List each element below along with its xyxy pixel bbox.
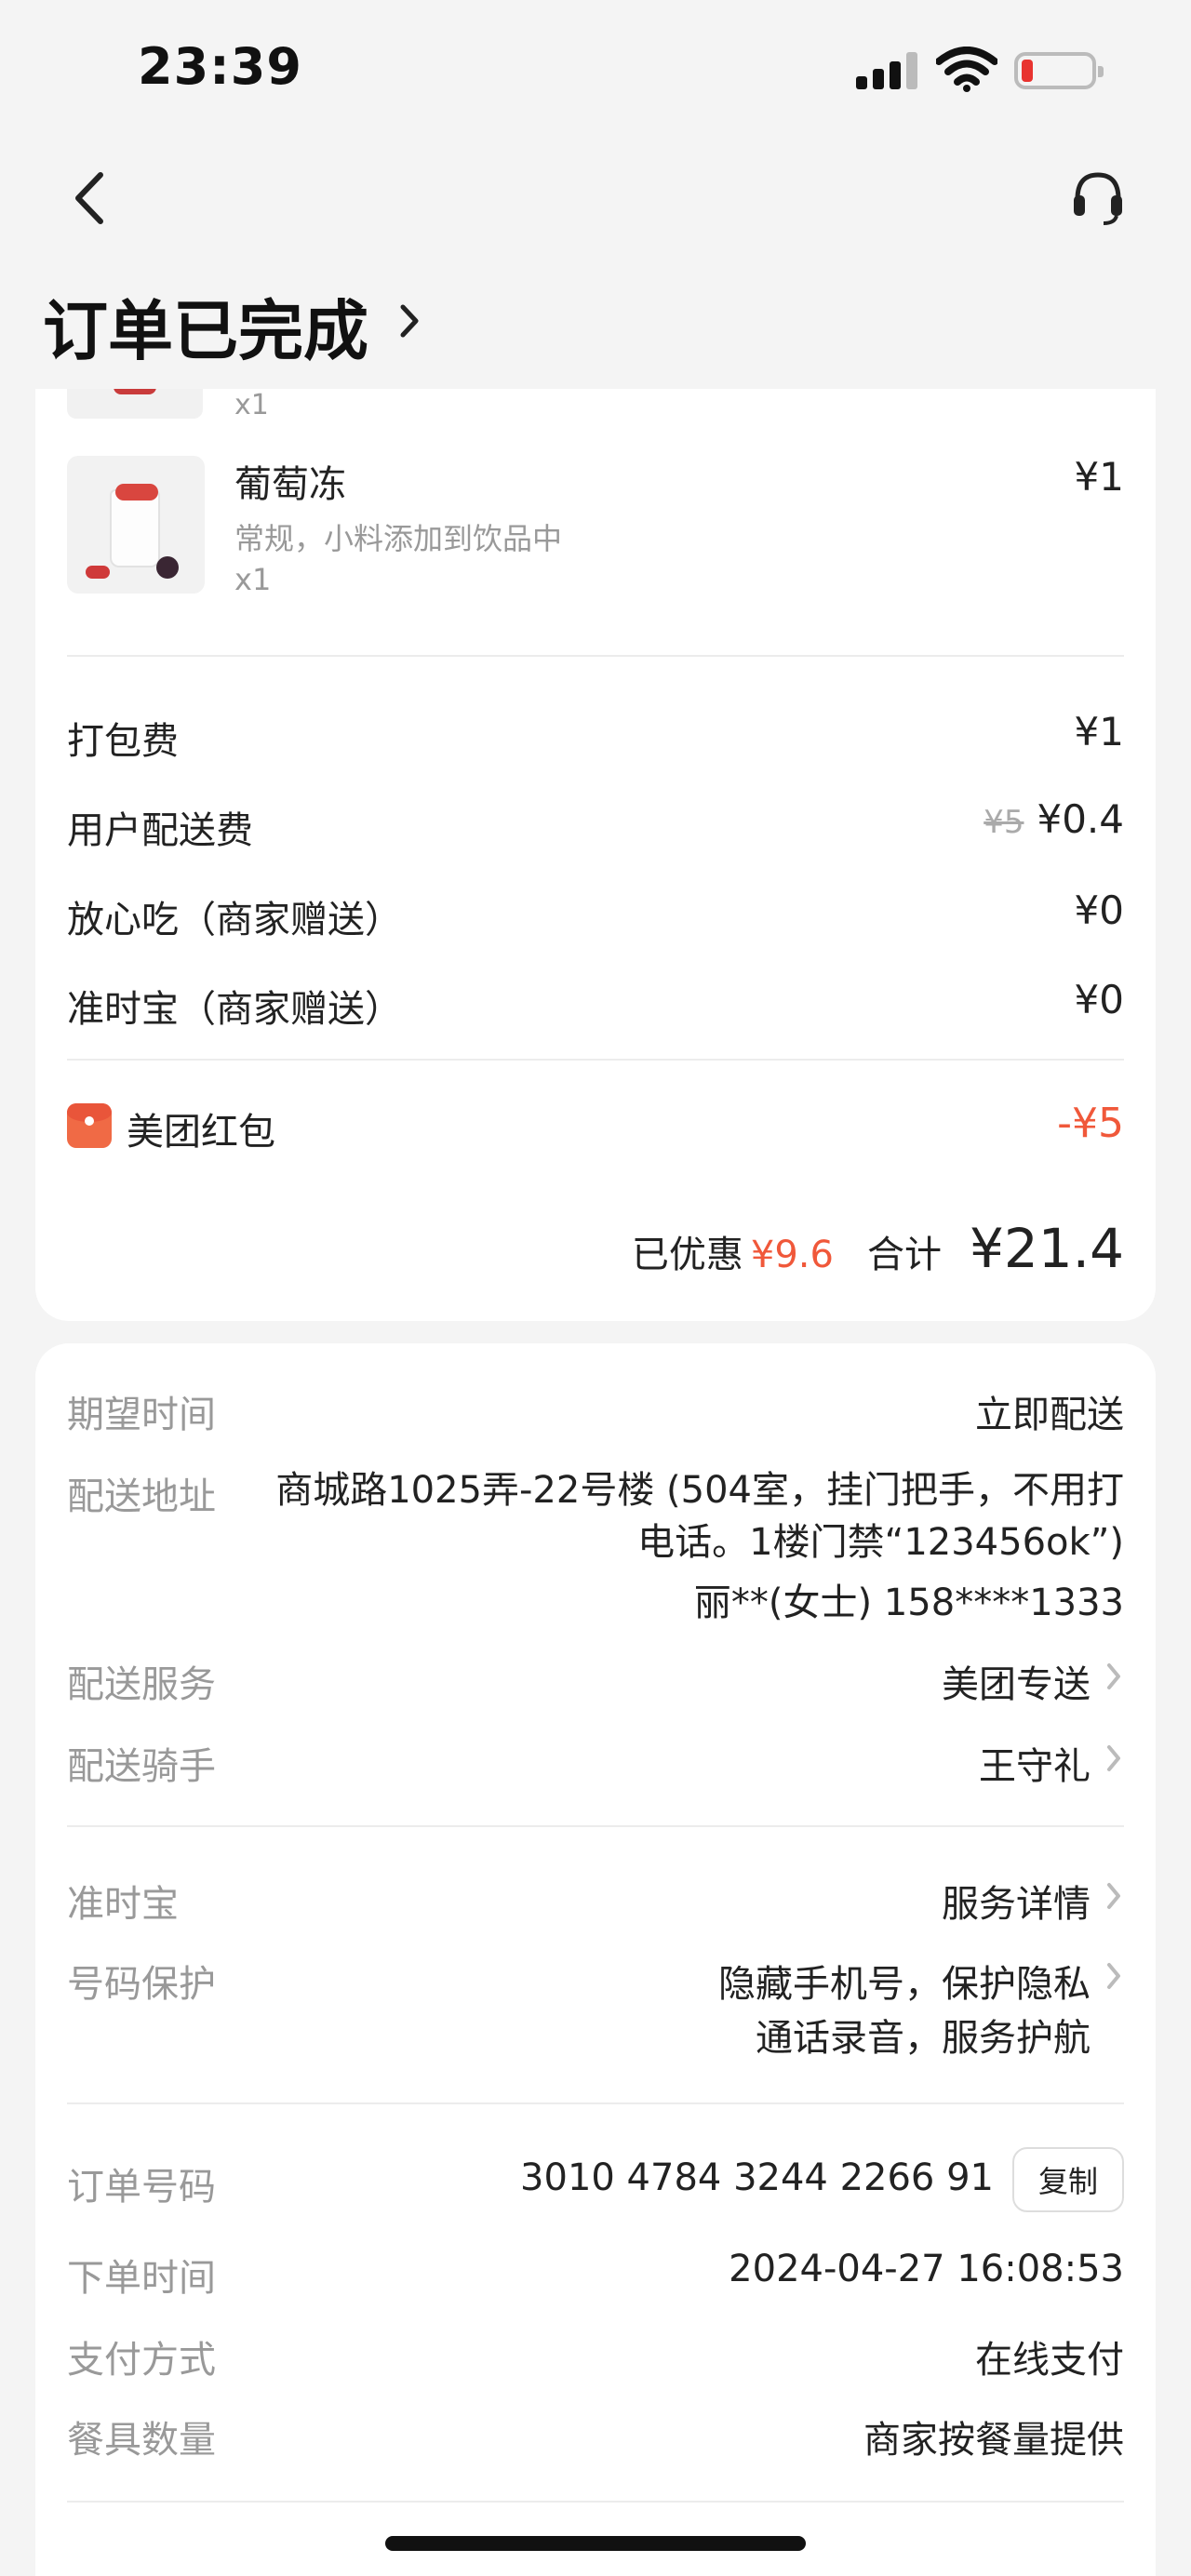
item-name: 葡萄冻	[234, 463, 346, 506]
order-time-value: 2024-04-27 16:08:53	[729, 2248, 1124, 2290]
battery-icon	[1014, 52, 1104, 89]
order-number-value: 3010 4784 3244 2266 91	[520, 2156, 994, 2199]
delivery-service-value[interactable]: 美团专送	[942, 1654, 1091, 1708]
rider-label: 配送骑手	[67, 1745, 216, 1788]
chevron-right-icon[interactable]	[1104, 1660, 1124, 1693]
utensils-label: 餐具数量	[67, 2419, 216, 2462]
food-safety-label: 放心吃（商家赠送）	[67, 899, 402, 941]
chevron-right-icon[interactable]	[1104, 1742, 1124, 1775]
food-safety-value: ¥0	[1074, 888, 1124, 933]
home-indicator	[385, 2536, 806, 2551]
divider	[67, 1825, 1124, 1827]
page-title[interactable]: 订单已完成	[43, 279, 368, 373]
order-items-card: x1 葡萄冻 常规，小料添加到饮品中 x1 ¥1 打包费 ¥1 用户配送费 ¥5…	[35, 389, 1156, 1321]
expected-time-value: 立即配送	[975, 1394, 1124, 1436]
order-details-card: 期望时间 立即配送 配送地址 商城路1025弄-22号楼 (504室，挂门把手，…	[35, 1343, 1156, 2576]
divider	[67, 655, 1124, 657]
number-protection-line2: 通话录音，服务护航	[756, 2017, 1091, 2060]
status-time: 23:39	[138, 37, 302, 96]
packaging-fee-label: 打包费	[67, 720, 179, 763]
rider-value[interactable]: 王守礼	[979, 1736, 1091, 1790]
divider	[67, 2501, 1124, 2503]
item-price: ¥1	[1074, 454, 1124, 500]
total-label: 合计	[866, 1234, 942, 1276]
number-protection-line1[interactable]: 隐藏手机号，保护隐私	[718, 1954, 1091, 2008]
ontime-guarantee-fee-value: ¥0	[1074, 977, 1124, 1022]
red-packet-value: -¥5	[1057, 1100, 1124, 1147]
order-number-label: 订单号码	[67, 2166, 216, 2209]
payment-method-label: 支付方式	[67, 2339, 216, 2382]
red-packet-label: 美团红包	[127, 1111, 275, 1154]
status-bar: 23:39	[0, 0, 1191, 140]
delivery-fee-label: 用户配送费	[67, 809, 253, 852]
item-quantity: x1	[234, 562, 272, 597]
order-time-label: 下单时间	[67, 2257, 216, 2300]
divider	[67, 2102, 1124, 2104]
chevron-right-icon[interactable]	[1104, 1959, 1124, 1993]
chevron-right-icon[interactable]	[1104, 1879, 1124, 1913]
discount-value: ¥9.6	[750, 1234, 834, 1276]
ontime-guarantee-details[interactable]: 服务详情	[942, 1874, 1091, 1928]
chevron-right-icon[interactable]	[395, 298, 423, 344]
discount-label: 已优惠	[631, 1234, 743, 1276]
delivery-service-label: 配送服务	[67, 1663, 216, 1706]
product-image	[67, 389, 203, 419]
ontime-guarantee-label: 准时宝	[67, 1883, 179, 1926]
back-icon[interactable]	[65, 167, 117, 229]
address-label: 配送地址	[67, 1475, 216, 1518]
item-spec: 常规，小料添加到饮品中	[234, 521, 563, 556]
recipient-contact: 丽**(女士) 158****1333	[693, 1582, 1124, 1624]
cellular-signal-icon	[856, 52, 917, 89]
utensils-value: 商家按餐量提供	[863, 2419, 1124, 2462]
wifi-icon	[936, 47, 997, 92]
expected-time-label: 期望时间	[67, 1394, 216, 1436]
payment-method-value: 在线支付	[975, 2339, 1124, 2382]
red-packet-icon	[67, 1103, 112, 1148]
divider	[67, 1059, 1124, 1061]
delivery-fee-amount: ¥0.4	[1037, 796, 1124, 842]
total-value: ¥21.4	[969, 1217, 1124, 1280]
copy-button[interactable]: 复制	[1012, 2147, 1124, 2212]
item-quantity: x1	[234, 389, 269, 421]
customer-service-icon[interactable]	[1070, 167, 1126, 229]
delivery-fee-value: ¥5 ¥0.4	[984, 796, 1124, 842]
order-summary: 已优惠 ¥9.6 合计 ¥21.4	[632, 1217, 1124, 1280]
ontime-guarantee-fee-label: 准时宝（商家赠送）	[67, 988, 402, 1031]
delivery-fee-original: ¥5	[984, 804, 1024, 841]
packaging-fee-value: ¥1	[1074, 709, 1124, 754]
green-banner-peek	[67, 2562, 1091, 2576]
number-protection-label: 号码保护	[67, 1963, 216, 2006]
delivery-address: 商城路1025弄-22号楼 (504室，挂门把手，不用打电话。1楼门禁“1234…	[275, 1469, 1124, 1564]
product-image[interactable]	[67, 456, 205, 594]
